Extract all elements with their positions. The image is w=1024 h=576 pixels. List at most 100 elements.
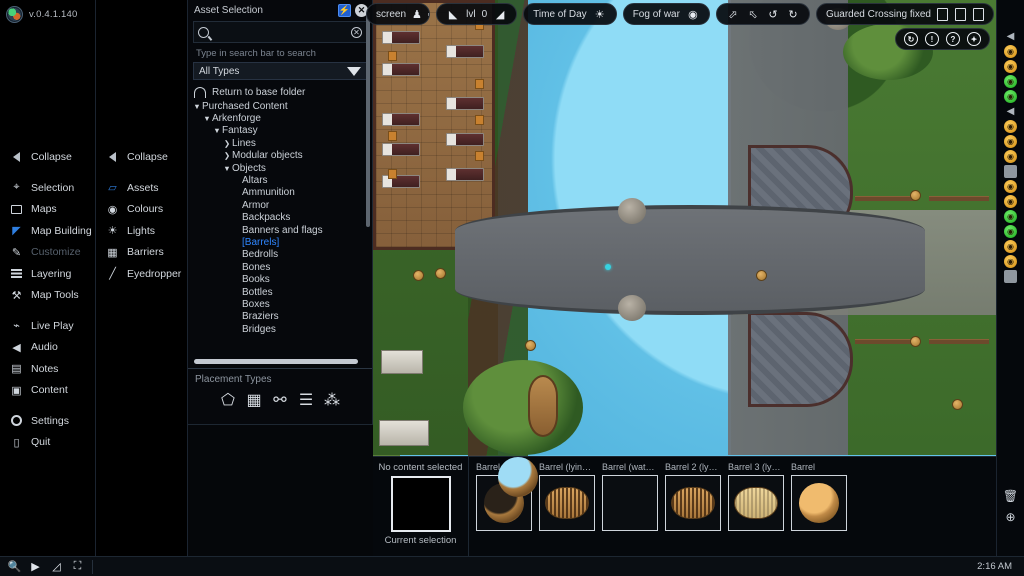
arrow-pin-icon[interactable]: ◉ [1004, 210, 1017, 223]
music-pin-icon[interactable]: ◉ [1004, 225, 1017, 238]
fog-of-war-button[interactable]: Fog of war ◉ [623, 3, 710, 25]
tree-node[interactable]: ❯Lines [188, 137, 372, 149]
music-pin-icon[interactable]: ◉ [1004, 90, 1017, 103]
chevron-down-icon[interactable]: ▼ [212, 126, 222, 135]
tree-node[interactable]: Banners and flags [188, 224, 372, 236]
tree-node[interactable]: [Barrels] [188, 236, 372, 248]
asset-thumbnail-image[interactable] [791, 475, 847, 531]
chevron-left-icon[interactable]: ◀ [1004, 105, 1017, 118]
map-pin-icon[interactable]: ◉ [1004, 45, 1017, 58]
play-icon[interactable]: ▶ [29, 560, 42, 573]
sidebar-item-map-tools[interactable]: ⚒ Map Tools [0, 286, 95, 304]
chevron-right-icon[interactable]: ❯ [222, 151, 232, 160]
asset-thumbnail-image[interactable] [728, 475, 784, 531]
tree-node[interactable]: ▼Fantasy [188, 125, 372, 137]
flag-pin-icon[interactable] [1004, 165, 1017, 178]
trash-icon[interactable]: 🗑 [1003, 488, 1018, 503]
sidebar-item-selection[interactable]: ⌖ Selection [0, 179, 95, 197]
asset-thumbnail[interactable]: Barrel [791, 462, 847, 556]
tree-node[interactable]: ▼Arkenforge [188, 112, 372, 124]
plus-icon[interactable]: ⊕ [1003, 509, 1018, 524]
tree-node[interactable]: Bedrolls [188, 249, 372, 261]
asset-thumbnail[interactable]: Barrel 2 (ly… [665, 462, 721, 556]
import-icon[interactable]: ⬀ [726, 7, 740, 21]
fullscreen-icon[interactable]: ⛶ [71, 560, 84, 573]
current-selection-preview[interactable] [391, 476, 451, 532]
sidebar-item-content[interactable]: ▣ Content [0, 381, 95, 399]
tree-node[interactable]: ▼Purchased Content [188, 100, 372, 112]
sidebar-item-layering[interactable]: Layering [0, 265, 95, 283]
monster-pin-icon[interactable]: ◉ [1004, 75, 1017, 88]
map-canvas[interactable] [373, 0, 996, 456]
sidebar-item-map-building[interactable]: ◤ Map Building [0, 222, 95, 240]
sidebar-item-live-play[interactable]: ⌁ Live Play [0, 317, 95, 335]
tree-node[interactable]: Books [188, 273, 372, 285]
person-icon[interactable]: ♟ [412, 7, 422, 21]
time-of-day-button[interactable]: Time of Day ☀ [523, 3, 617, 25]
path-node-icon[interactable]: ⚯ [272, 392, 289, 408]
asset-thumbnail[interactable]: Barrel (lyin… [539, 462, 595, 556]
asset-thumbnail[interactable]: Barrel (wat… [602, 462, 658, 556]
history-group[interactable]: ⬀ ⬁ ↺ ↻ [716, 3, 810, 25]
search-input[interactable] [209, 27, 351, 38]
chevron-right-icon[interactable]: ❯ [222, 139, 232, 148]
return-to-base-folder[interactable]: Return to base folder [188, 80, 372, 98]
rotate-alert-icon[interactable]: ! [925, 32, 939, 46]
blank-swatch-icon[interactable] [1004, 270, 1017, 283]
asset-search-row[interactable]: ✕ [193, 21, 367, 43]
map-pin-icon[interactable]: ◉ [1004, 255, 1017, 268]
level-group[interactable]: ◣ lvl 0 ◢ [436, 3, 517, 25]
export-icon[interactable]: ⬁ [746, 7, 760, 21]
tree-node[interactable]: Backpacks [188, 212, 372, 224]
chevron-left-icon[interactable]: ◀ [1004, 30, 1017, 43]
new-file-icon[interactable] [937, 8, 948, 21]
grid-fill-icon[interactable]: ▦ [246, 392, 263, 408]
tree-node[interactable]: Braziers [188, 311, 372, 323]
stairs-up-icon[interactable]: ◢ [493, 7, 507, 21]
map-pin-icon[interactable]: ◉ [1004, 135, 1017, 148]
lightning-icon[interactable]: ⚡ [338, 4, 351, 17]
tree-node[interactable]: Bones [188, 261, 372, 273]
chevron-down-icon[interactable]: ▼ [222, 164, 232, 173]
search-icon[interactable]: 🔍 [8, 560, 21, 573]
sidebar-item-maps[interactable]: Maps [0, 200, 95, 218]
tree-node[interactable]: ❯Modular objects [188, 150, 372, 162]
rotate-settings-icon[interactable]: ✦ [967, 32, 981, 46]
scatter-icon[interactable]: ⁂ [324, 392, 341, 408]
sidebar-item-colours[interactable]: ◉ Colours [96, 200, 187, 218]
tree-node[interactable]: Bridges [188, 323, 372, 335]
asset-thumbnail-image[interactable] [602, 475, 658, 531]
sidebar-item-assets[interactable]: ▱ Assets [96, 179, 187, 197]
asset-thumbnail-image[interactable] [539, 475, 595, 531]
tree-node[interactable]: Ammunition [188, 187, 372, 199]
asset-folder-tree[interactable]: ▼Purchased Content▼Arkenforge▼Fantasy❯Li… [188, 100, 372, 351]
sidebar-item-lights[interactable]: ☀ Lights [96, 222, 187, 240]
clear-icon[interactable]: ✕ [351, 27, 362, 38]
rotate-help-icon[interactable]: ? [946, 32, 960, 46]
stairs-down-icon[interactable]: ◣ [446, 7, 460, 21]
sidebar-collapse-main[interactable]: Collapse [0, 148, 95, 166]
sidebar-item-customize[interactable]: ✎ Customize [0, 243, 95, 261]
single-object-icon[interactable]: ⬠ [220, 392, 237, 408]
tree-horizontal-scrollbar[interactable] [194, 359, 358, 364]
asset-thumbnail[interactable]: Barrel 3 (ly… [728, 462, 784, 556]
map-file-group[interactable]: Guarded Crossing fixed [816, 3, 994, 25]
tree-node[interactable]: Bottles [188, 286, 372, 298]
bookmark-pin-icon[interactable]: ◉ [1004, 240, 1017, 253]
save-file-icon[interactable] [955, 8, 966, 21]
list-icon[interactable]: ☰ [298, 392, 315, 408]
map-pin-icon[interactable]: ◉ [1004, 60, 1017, 73]
tree-node[interactable]: Armor [188, 199, 372, 211]
screen-share-group[interactable]: screen ♟ ⌐ [366, 3, 430, 25]
sidebar-item-barriers[interactable]: ▦ Barriers [96, 243, 187, 261]
group-pin-icon[interactable]: ◉ [1004, 150, 1017, 163]
tree-node[interactable]: ▼Objects [188, 162, 372, 174]
sidebar-item-notes[interactable]: ▤ Notes [0, 360, 95, 378]
sidebar-item-audio[interactable]: ◀ Audio [0, 338, 95, 356]
tree-node[interactable]: Boxes [188, 298, 372, 310]
rotate-icon[interactable]: ↻ [904, 32, 918, 46]
tree-vertical-scrollbar[interactable] [366, 12, 370, 227]
undo-icon[interactable]: ↺ [766, 7, 780, 21]
chevron-down-icon[interactable]: ▼ [192, 102, 202, 111]
edit-icon[interactable]: ◿ [50, 560, 63, 573]
